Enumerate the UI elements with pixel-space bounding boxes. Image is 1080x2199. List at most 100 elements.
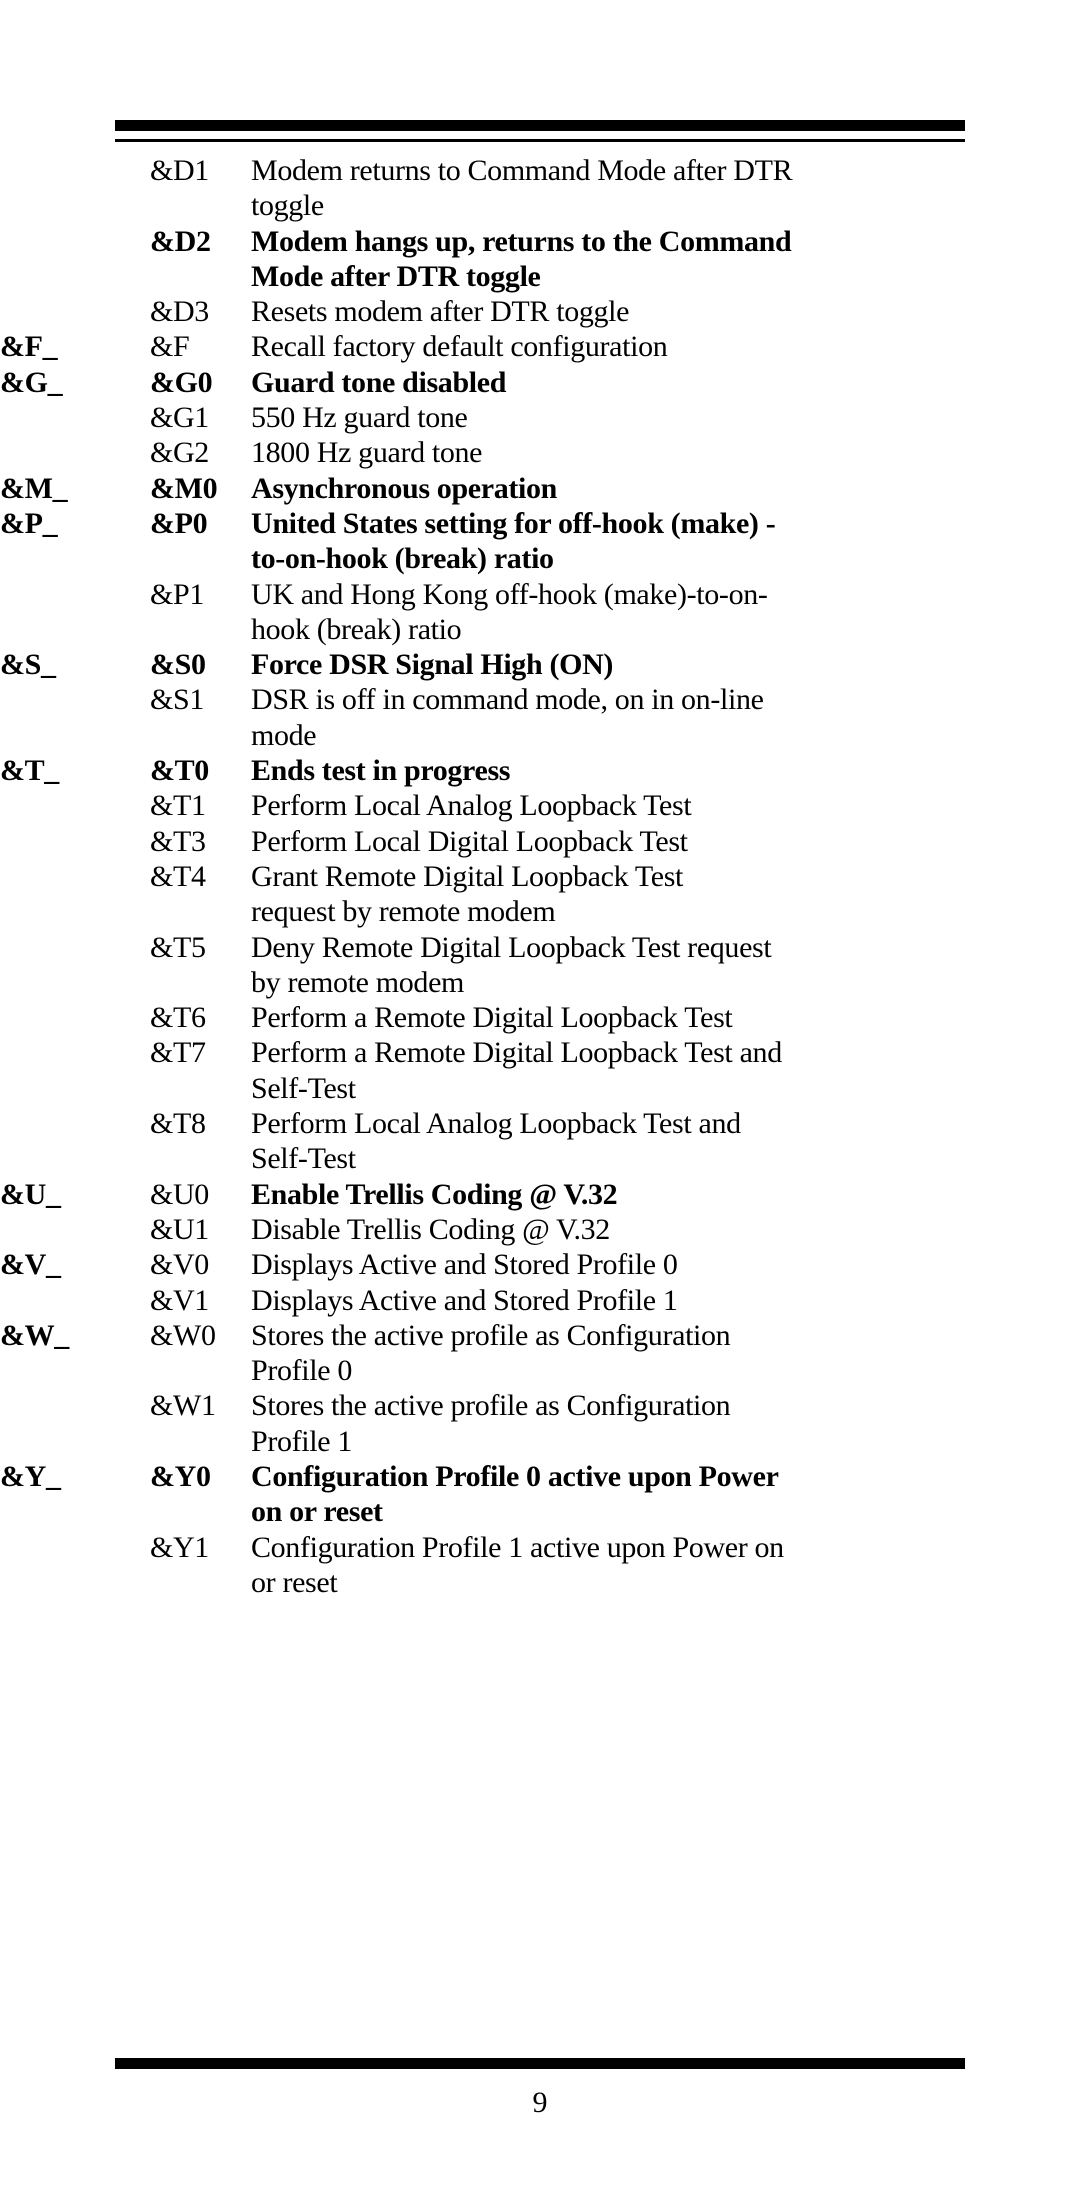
command-description-line: Resets modem after DTR toggle bbox=[251, 295, 630, 329]
table-row: &U1 Disable Trellis Coding @ V.32 bbox=[0, 1212, 1080, 1247]
command-description-cell: Grant Remote Digital Loopback Test reques… bbox=[251, 859, 1080, 930]
command-group-cell: &U_ bbox=[0, 1177, 61, 1211]
table-row: &G2 1800 Hz guard tone bbox=[0, 435, 1080, 470]
command-reference-table-body: &D1 Modem returns to Command Mode after D… bbox=[0, 153, 1080, 1600]
table-row: &T7 Perform a Remote Digital Loopback Tes… bbox=[0, 1035, 1080, 1106]
command-description-cell: Configuration Profile 0 active upon Powe… bbox=[251, 1459, 1080, 1530]
command-description-line: or reset bbox=[251, 1565, 338, 1599]
command-code-cell: &T0 bbox=[150, 754, 209, 788]
command-description-line: mode bbox=[251, 718, 317, 752]
command-description-line: hook (break) ratio bbox=[251, 612, 462, 646]
command-description-cell: Stores the active profile as Configurati… bbox=[251, 1318, 1080, 1389]
table-row: &T5 Deny Remote Digital Loopback Test req… bbox=[0, 930, 1080, 1001]
command-description-cell: Perform Local Digital Loopback Test bbox=[251, 824, 1080, 859]
command-description-line: toggle bbox=[251, 189, 324, 223]
command-code-cell: &U1 bbox=[150, 1212, 209, 1246]
command-group-cell bbox=[0, 400, 150, 435]
table-row: &G1 550 Hz guard tone bbox=[0, 400, 1080, 435]
table-row: &Y1 Configuration Profile 1 active upon P… bbox=[0, 1530, 1080, 1601]
top-divider bbox=[115, 120, 965, 142]
command-description-line: Modem hangs up, returns to the Command bbox=[251, 224, 792, 258]
bottom-divider-thick-line bbox=[115, 2058, 965, 2069]
command-description-line: Deny Remote Digital Loopback Test reques… bbox=[251, 930, 772, 964]
table-row: &S_ &S0 Force DSR Signal High (ON) bbox=[0, 647, 1080, 682]
table-row: &T1 Perform Local Analog Loopback Test bbox=[0, 788, 1080, 823]
command-code-cell: &T8 bbox=[150, 1107, 206, 1141]
table-row: &U_ &U0 Enable Trellis Coding @ V.32 bbox=[0, 1177, 1080, 1212]
command-code-cell: &T4 bbox=[150, 859, 206, 893]
table-row: &V_ &V0 Displays Active and Stored Profile… bbox=[0, 1247, 1080, 1282]
command-code-cell: &T6 bbox=[150, 1001, 206, 1035]
command-description-cell: Force DSR Signal High (ON) bbox=[251, 647, 1080, 682]
command-description-cell: Asynchronous operation bbox=[251, 471, 1080, 506]
command-description-line: Profile 0 bbox=[251, 1354, 353, 1388]
command-code-cell: &D2 bbox=[150, 224, 211, 258]
command-group-cell bbox=[0, 930, 150, 1001]
command-description-line: by remote modem bbox=[251, 965, 465, 999]
command-description-cell: Displays Active and Stored Profile 0 bbox=[251, 1247, 1080, 1282]
command-code-cell: &G2 bbox=[150, 436, 209, 470]
command-group-cell bbox=[0, 224, 150, 295]
command-code-cell: &W0 bbox=[150, 1318, 216, 1352]
command-description-cell: Displays Active and Stored Profile 1 bbox=[251, 1283, 1080, 1318]
page-number: 9 bbox=[532, 2086, 548, 2119]
command-group-cell bbox=[0, 1283, 150, 1318]
command-code-cell: &P0 bbox=[150, 506, 208, 540]
command-description-line: Configuration Profile 1 active upon Powe… bbox=[251, 1530, 784, 1564]
command-group-cell: &P_ bbox=[0, 506, 58, 540]
table-row: &T_ &T0 Ends test in progress bbox=[0, 753, 1080, 788]
command-description-cell: Resets modem after DTR toggle bbox=[251, 294, 1080, 329]
command-description-line: Grant Remote Digital Loopback Test bbox=[251, 859, 684, 893]
command-code-cell: &M0 bbox=[150, 471, 218, 505]
command-description-cell: Deny Remote Digital Loopback Test reques… bbox=[251, 930, 1080, 1001]
command-code-cell: &D1 bbox=[150, 154, 209, 187]
command-group-cell: &G_ bbox=[0, 365, 63, 399]
command-code-cell: &Y1 bbox=[150, 1530, 209, 1564]
command-code-cell: &V1 bbox=[150, 1283, 209, 1317]
command-description-cell: Guard tone disabled bbox=[251, 365, 1080, 400]
command-group-cell bbox=[0, 1000, 150, 1035]
command-group-cell bbox=[0, 1530, 150, 1601]
command-group-cell bbox=[0, 1212, 150, 1247]
command-description-line: Enable Trellis Coding @ V.32 bbox=[251, 1177, 618, 1211]
command-description-line: Self-Test bbox=[251, 1071, 356, 1105]
command-group-cell: &W_ bbox=[0, 1318, 69, 1352]
table-row: &M_ &M0 Asynchronous operation bbox=[0, 471, 1080, 506]
table-row: &W_ &W0 Stores the active profile as Confi… bbox=[0, 1318, 1080, 1389]
table-row: &D1 Modem returns to Command Mode after D… bbox=[0, 153, 1080, 224]
command-code-cell: &W1 bbox=[150, 1389, 216, 1423]
command-code-cell: &V0 bbox=[150, 1248, 209, 1282]
command-description-cell: Enable Trellis Coding @ V.32 bbox=[251, 1177, 1080, 1212]
table-row: &P1 UK and Hong Kong off-hook (make)-to-o… bbox=[0, 577, 1080, 648]
command-description-cell: 1800 Hz guard tone bbox=[251, 435, 1080, 470]
command-description-cell: Modem hangs up, returns to the Command Mo… bbox=[251, 224, 1080, 295]
command-group-cell: &Y_ bbox=[0, 1459, 61, 1493]
command-description-cell: Disable Trellis Coding @ V.32 bbox=[251, 1212, 1080, 1247]
command-group-cell bbox=[0, 294, 150, 329]
command-code-cell: &D3 bbox=[150, 295, 209, 329]
command-group-cell: &V_ bbox=[0, 1248, 61, 1282]
command-description-line: Perform a Remote Digital Loopback Test a… bbox=[251, 1036, 782, 1070]
command-description-line: Guard tone disabled bbox=[251, 365, 507, 399]
command-description-cell: Stores the active profile as Configurati… bbox=[251, 1388, 1080, 1459]
command-description-line: Perform Local Digital Loopback Test bbox=[251, 824, 688, 858]
command-description-line: Disable Trellis Coding @ V.32 bbox=[251, 1212, 610, 1246]
command-description-line: Perform Local Analog Loopback Test and bbox=[251, 1107, 741, 1141]
table-row: &T8 Perform Local Analog Loopback Test an… bbox=[0, 1106, 1080, 1177]
command-code-cell: &S1 bbox=[150, 683, 204, 717]
command-group-cell bbox=[0, 859, 150, 930]
command-code-cell: &S0 bbox=[150, 648, 206, 682]
command-description-line: Ends test in progress bbox=[251, 754, 511, 788]
command-description-line: Configuration Profile 0 active upon Powe… bbox=[251, 1459, 779, 1493]
table-row: &P_ &P0 United States setting for off-hook… bbox=[0, 506, 1080, 577]
command-group-cell bbox=[0, 577, 150, 648]
table-row: &D3 Resets modem after DTR toggle bbox=[0, 294, 1080, 329]
top-divider-thin-line bbox=[115, 139, 965, 142]
command-description-line: UK and Hong Kong off-hook (make)-to-on- bbox=[251, 577, 768, 611]
command-code-cell: &Y0 bbox=[150, 1459, 211, 1493]
command-description-line: to-on-hook (break) ratio bbox=[251, 542, 554, 576]
command-group-cell bbox=[0, 682, 150, 753]
command-code-cell: &T5 bbox=[150, 930, 206, 964]
command-description-cell: Configuration Profile 1 active upon Powe… bbox=[251, 1530, 1080, 1601]
top-divider-thick-line bbox=[115, 120, 965, 131]
